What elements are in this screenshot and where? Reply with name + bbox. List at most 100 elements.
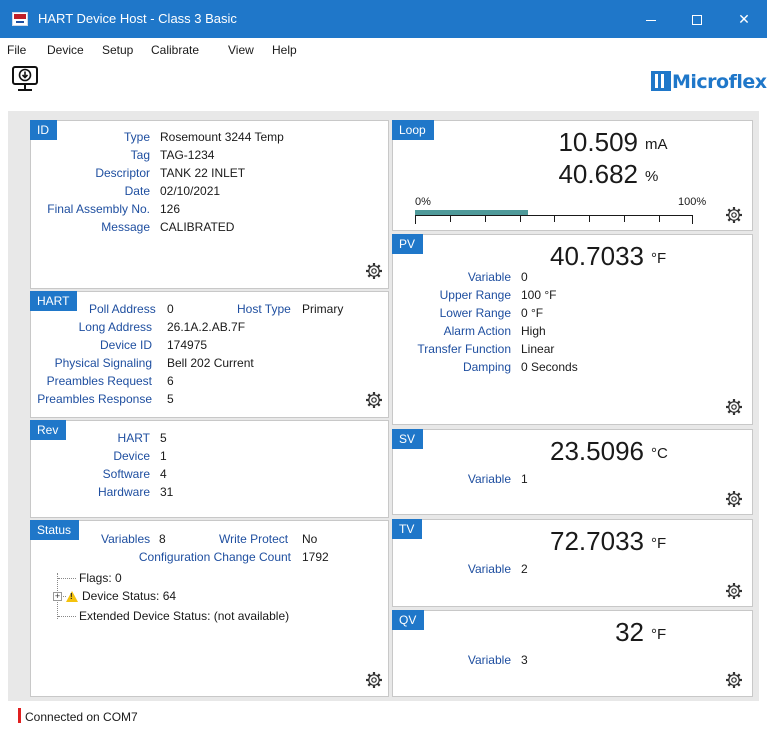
maximize-icon	[692, 15, 702, 26]
app-icon	[12, 12, 28, 26]
tree-flags[interactable]: Flags: 0	[79, 571, 122, 585]
qv-panel-tag: QV	[392, 610, 425, 630]
message-value: CALIBRATED	[160, 220, 235, 234]
toolbar: Microflex	[0, 62, 767, 102]
maximize-button[interactable]	[674, 0, 720, 38]
qv-variable-label: Variable	[467, 653, 511, 667]
tv-unit: °F	[651, 535, 667, 552]
loop-panel: Loop 10.509 mA 40.682 % 0% 100%	[392, 120, 753, 231]
hart-settings-gear-icon[interactable]	[365, 391, 383, 409]
tv-value: 72.7033	[550, 526, 644, 556]
qv-settings-gear-icon[interactable]	[725, 671, 743, 689]
tv-settings-gear-icon[interactable]	[725, 582, 743, 600]
loop-bar-tick	[485, 215, 486, 222]
connection-status-text: Connected on COM7	[25, 710, 138, 724]
tree-device-status[interactable]: Device Status: 64	[82, 589, 176, 603]
preambles-response-label: Preambles Response	[37, 392, 152, 406]
menu-help[interactable]: Help	[272, 43, 297, 57]
status-bar: Connected on COM7	[0, 703, 767, 729]
tag-value: TAG-1234	[160, 148, 215, 162]
final-assembly-value: 126	[160, 202, 181, 216]
pv-value: 40.7033	[550, 241, 644, 271]
preambles-response-value: 5	[167, 392, 174, 406]
window-title: HART Device Host - Class 3 Basic	[38, 11, 237, 26]
transfer-function-label: Transfer Function	[417, 342, 511, 356]
pv-settings-gear-icon[interactable]	[725, 398, 743, 416]
status-panel: Status Variables 8 Write Protect No Conf…	[30, 520, 389, 697]
rev-hart-value: 5	[160, 431, 167, 445]
physical-signaling-label: Physical Signaling	[54, 356, 152, 370]
host-type-value: Primary	[302, 302, 344, 316]
title-bar: HART Device Host - Class 3 Basic ✕	[0, 0, 767, 38]
sv-unit: °C	[651, 445, 668, 462]
host-type-label: Host Type	[237, 302, 291, 316]
poll-address-value: 0	[167, 302, 174, 316]
long-address-label: Long Address	[78, 320, 152, 334]
alarm-action-value: High	[521, 324, 546, 338]
menu-calibrate[interactable]: Calibrate	[151, 43, 199, 57]
sv-panel: SV 23.5096 °C Variable 1	[392, 429, 753, 515]
rev-software-label: Software	[102, 467, 150, 481]
long-address-value: 26.1A.2.AB.7F	[167, 320, 246, 334]
type-label: Type	[123, 130, 150, 144]
qv-unit: °F	[651, 626, 667, 643]
status-settings-gear-icon[interactable]	[365, 671, 383, 689]
loop-percent-unit: %	[645, 168, 659, 185]
menu-device[interactable]: Device	[47, 43, 84, 57]
tv-panel-tag: TV	[392, 519, 423, 539]
preambles-request-label: Preambles Request	[46, 374, 152, 388]
variables-value: 8	[159, 532, 166, 546]
rev-panel-tag: Rev	[30, 420, 67, 440]
rev-device-label: Device	[113, 449, 150, 463]
loop-settings-gear-icon[interactable]	[725, 206, 743, 224]
sv-variable-value: 1	[521, 472, 528, 486]
rev-hardware-value: 31	[160, 485, 174, 499]
hart-panel: HART Poll Address 0 Host Type Primary Lo…	[30, 291, 389, 418]
loop-bar-tick	[589, 215, 590, 222]
pv-panel: PV 40.7033 °F Variable 0 Upper Range 100…	[392, 234, 753, 425]
sv-value: 23.5096	[550, 436, 644, 466]
qv-variable-value: 3	[521, 653, 528, 667]
tree-extended-status[interactable]: Extended Device Status: (not available)	[79, 609, 289, 623]
loop-current-unit: mA	[645, 136, 668, 153]
final-assembly-label: Final Assembly No.	[47, 202, 150, 216]
loop-panel-tag: Loop	[392, 120, 434, 140]
damping-value: 0 Seconds	[521, 360, 578, 374]
type-value: Rosemount 3244 Temp	[160, 130, 284, 144]
menu-setup[interactable]: Setup	[102, 43, 133, 57]
pv-unit: °F	[651, 250, 667, 267]
write-protect-value: No	[302, 532, 318, 546]
loop-bar-tick	[692, 215, 693, 224]
pv-variable-value: 0	[521, 270, 528, 284]
id-settings-gear-icon[interactable]	[365, 262, 383, 280]
loop-bar-min-label: 0%	[415, 196, 431, 208]
logo-text: Microflex	[672, 71, 767, 93]
rev-hart-label: HART	[117, 431, 150, 445]
write-protect-label: Write Protect	[219, 532, 289, 546]
poll-address-label: Poll Address	[89, 302, 156, 316]
device-id-label: Device ID	[99, 338, 152, 352]
monitor-download-icon[interactable]	[11, 64, 41, 94]
loop-bar-tick	[554, 215, 555, 222]
menu-bar: File Device Setup Calibrate View Help	[0, 38, 767, 62]
menu-view[interactable]: View	[228, 43, 254, 57]
close-button[interactable]: ✕	[721, 0, 767, 38]
variables-label: Variables	[101, 532, 151, 546]
qv-value: 32	[615, 617, 644, 647]
rev-hardware-label: Hardware	[97, 485, 150, 499]
loop-percent-value: 40.682	[558, 159, 638, 189]
alarm-action-label: Alarm Action	[443, 324, 511, 338]
tree-expand-icon[interactable]: +	[53, 592, 62, 601]
hart-panel-tag: HART	[30, 291, 78, 311]
lower-range-value: 0 °F	[521, 306, 544, 320]
rev-software-value: 4	[160, 467, 167, 481]
minimize-button[interactable]	[628, 0, 674, 38]
loop-bar-max-label: 100%	[678, 196, 707, 208]
sv-settings-gear-icon[interactable]	[725, 490, 743, 508]
loop-bar-tick	[659, 215, 660, 222]
loop-bar-tick	[520, 215, 521, 222]
loop-bar-tick	[415, 215, 416, 224]
descriptor-value: TANK 22 INLET	[160, 166, 246, 180]
menu-file[interactable]: File	[7, 43, 26, 57]
config-change-value: 1792	[302, 550, 329, 564]
